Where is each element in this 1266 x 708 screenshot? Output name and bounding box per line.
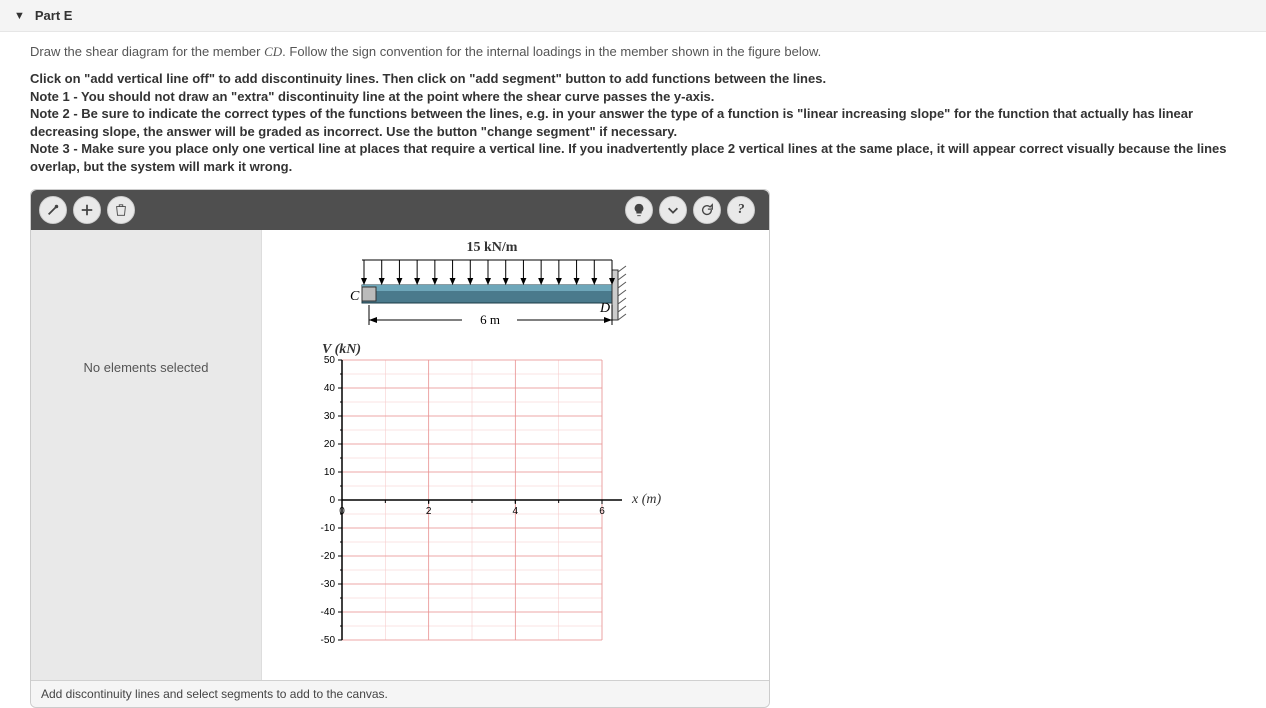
bulb-icon [632, 203, 646, 217]
x-axis-label: x (m) [632, 492, 661, 508]
selection-message: No elements selected [83, 360, 208, 375]
selection-panel: No elements selected [31, 230, 262, 680]
svg-text:6: 6 [599, 506, 605, 517]
distributed-load-label: 15 kN/m [342, 240, 642, 256]
canvas-row: No elements selected 15 kN/m [31, 230, 769, 680]
svg-text:4: 4 [513, 506, 519, 517]
svg-text:30: 30 [324, 411, 336, 422]
note-line2: Note 1 - You should not draw an "extra" … [30, 88, 1236, 106]
svg-text:-40: -40 [321, 607, 336, 618]
svg-text:-20: -20 [321, 551, 336, 562]
beam-left-label: C [350, 289, 360, 304]
refresh-icon [700, 203, 714, 217]
question-icon: ? [738, 202, 745, 218]
delete-button[interactable] [107, 196, 135, 224]
svg-text:2: 2 [426, 506, 432, 517]
drawing-widget: ? No elements selected 15 kN/m [30, 189, 770, 708]
note-line3: Note 2 - Be sure to indicate the correct… [30, 105, 1236, 140]
part-content: Draw the shear diagram for the member CD… [0, 32, 1266, 708]
drawing-canvas[interactable]: 15 kN/m [262, 230, 769, 680]
beam-span-label: 6 m [480, 312, 500, 327]
plus-icon [80, 203, 94, 217]
trash-icon [114, 203, 128, 217]
shear-plot[interactable]: V (kN) x (m) 50403020100-10-20-30-40-500… [302, 350, 682, 673]
help-button[interactable]: ? [727, 196, 755, 224]
svg-text:0: 0 [339, 506, 345, 517]
svg-text:-30: -30 [321, 579, 336, 590]
collapse-button[interactable] [659, 196, 687, 224]
status-bar: Add discontinuity lines and select segme… [31, 680, 769, 707]
beam-svg: C D 6 m [342, 240, 642, 350]
prompt-text: Draw the shear diagram for the member CD… [30, 44, 1236, 60]
prompt-pre: Draw the shear diagram for the member [30, 44, 264, 59]
part-header[interactable]: ▼ Part E [0, 0, 1266, 32]
note-line1: Click on "add vertical line off" to add … [30, 70, 1236, 88]
hint-button[interactable] [625, 196, 653, 224]
svg-text:10: 10 [324, 467, 336, 478]
collapse-caret-icon[interactable]: ▼ [14, 10, 25, 22]
prompt-post: . Follow the sign convention for the int… [282, 44, 821, 59]
svg-text:20: 20 [324, 439, 336, 450]
svg-text:-50: -50 [321, 635, 336, 646]
prompt-member: CD [264, 44, 282, 59]
svg-text:40: 40 [324, 383, 336, 394]
beam-right-label: D [599, 301, 610, 316]
part-title: Part E [35, 8, 73, 23]
status-message: Add discontinuity lines and select segme… [41, 687, 388, 701]
svg-text:0: 0 [329, 495, 335, 506]
svg-text:-10: -10 [321, 523, 336, 534]
beam-figure: 15 kN/m [342, 240, 642, 350]
notes-block: Click on "add vertical line off" to add … [30, 70, 1236, 175]
y-axis-label: V (kN) [322, 342, 361, 358]
reset-button[interactable] [693, 196, 721, 224]
add-segment-button[interactable] [73, 196, 101, 224]
chevron-down-icon [666, 203, 680, 217]
vertical-line-icon [46, 203, 60, 217]
add-vertical-line-button[interactable] [39, 196, 67, 224]
note-line4: Note 3 - Make sure you place only one ve… [30, 140, 1236, 175]
widget-toolbar: ? [31, 190, 769, 230]
plot-svg[interactable]: 50403020100-10-20-30-40-500246 [302, 350, 682, 670]
